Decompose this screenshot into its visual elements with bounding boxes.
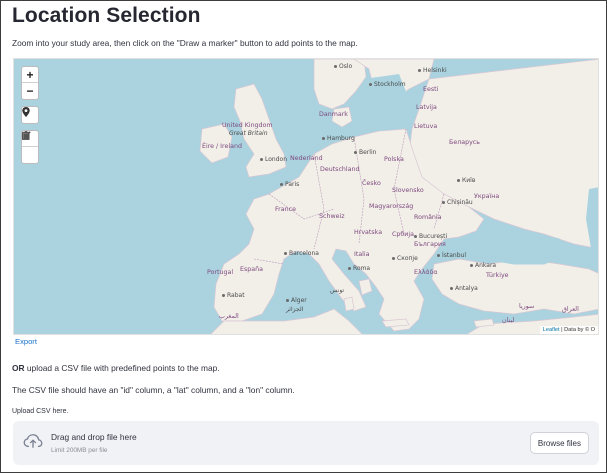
label-srbija: Србија [392, 231, 414, 238]
upload-instruction: OR upload a CSV file with predefined poi… [12, 363, 220, 373]
label-united-kingdom: United Kingdom [222, 122, 273, 129]
label-berlin: Berlin [354, 149, 376, 156]
label-belarus: Беларусь [449, 139, 480, 146]
label-helsinki: Helsinki [418, 67, 447, 74]
dropzone-limit: Limit 200MB per file [51, 447, 108, 454]
label-bucuresti: București [414, 233, 447, 240]
label-london: London [260, 156, 287, 163]
label-ankara: Ankara [470, 262, 496, 269]
label-lebanon: لبنان [502, 317, 515, 324]
label-skopje: Скопје [392, 255, 418, 262]
label-oslo: Oslo [334, 63, 352, 70]
export-link[interactable]: Export [15, 337, 37, 346]
label-ukraina: Україна [474, 193, 500, 200]
label-bulgaria: България [414, 241, 446, 248]
label-italia: Italia [354, 251, 370, 258]
label-stockholm: Stockholm [369, 81, 406, 88]
browse-files-button[interactable]: Browse files [529, 432, 589, 454]
label-alger-ar: الجزائر [286, 306, 304, 313]
app-frame: Location Selection Zoom into your study … [0, 0, 607, 473]
label-alger: Alger [286, 297, 307, 304]
page-title: Location Selection [12, 4, 201, 27]
dropzone-title: Drag and drop file here [51, 432, 137, 442]
label-hrvatska: Hrvatska [354, 229, 383, 236]
draw-marker-button[interactable] [22, 107, 38, 123]
trash-icon [22, 131, 30, 140]
zoom-in-button[interactable]: + [22, 67, 38, 83]
csv-format-note: The CSV file should have an "id" column,… [12, 385, 295, 395]
label-iraq: العراق [562, 306, 579, 313]
file-dropzone[interactable]: Drag and drop file here Limit 200MB per … [13, 421, 599, 465]
edit-control [21, 130, 39, 164]
label-rabat: Rabat [222, 292, 245, 299]
label-magyarorszag: Magyarország [369, 203, 414, 210]
zoom-out-button[interactable]: − [22, 83, 38, 99]
label-cesko: Česko [362, 180, 381, 187]
delete-layers-button[interactable] [22, 131, 38, 163]
label-great-britain: Great Britain [229, 130, 268, 137]
label-ellada: Ελλάδα [414, 269, 438, 276]
leaflet-link[interactable]: Leaflet [543, 327, 560, 333]
map-attribution: Leaflet | Data by © O [539, 326, 598, 334]
label-deutschland: Deutschland [320, 166, 360, 173]
label-maroc: المغرب [219, 313, 239, 320]
label-latvija: Latvija [416, 104, 437, 111]
label-roma: Roma [348, 265, 370, 272]
label-france: France [275, 206, 296, 213]
intro-text: Zoom into your study area, then click on… [12, 38, 358, 48]
label-eire: Éire / Ireland [202, 143, 242, 150]
label-romania: România [414, 214, 442, 221]
label-antalya: Antalya [450, 285, 478, 292]
label-lietuva: Lietuva [414, 123, 438, 130]
label-turkiye: Türkiye [486, 272, 509, 279]
upload-label: Upload CSV here. [12, 408, 69, 415]
label-chisinau: Chișinău [442, 199, 473, 206]
label-portugal: Portugal [207, 269, 234, 276]
label-espana: España [240, 266, 263, 273]
label-eesti: Eesti [423, 86, 439, 93]
label-tunis: تونس [330, 287, 345, 294]
map-view[interactable]: Oslo Helsinki Stockholm Eesti Latvija Da… [13, 58, 599, 335]
label-syria: سوريا [519, 303, 535, 310]
label-nederland: Nederland [290, 155, 323, 162]
label-kyiv: Київ [457, 177, 475, 184]
label-istanbul: İstanbul [437, 252, 466, 259]
map-pin-icon [22, 107, 30, 117]
zoom-control: + − [21, 66, 39, 100]
label-slovensko: Slovensko [392, 187, 424, 194]
map-land [199, 59, 598, 334]
label-danmark: Danmark [319, 111, 348, 118]
label-polska: Polska [384, 156, 404, 163]
label-hamburg: Hamburg [322, 135, 355, 142]
cloud-upload-icon [23, 434, 43, 448]
label-barcelona: Barcelona [284, 250, 319, 257]
label-schweiz: Schweiz [319, 213, 345, 220]
draw-marker-control [21, 106, 39, 124]
label-paris: Paris [280, 181, 299, 188]
